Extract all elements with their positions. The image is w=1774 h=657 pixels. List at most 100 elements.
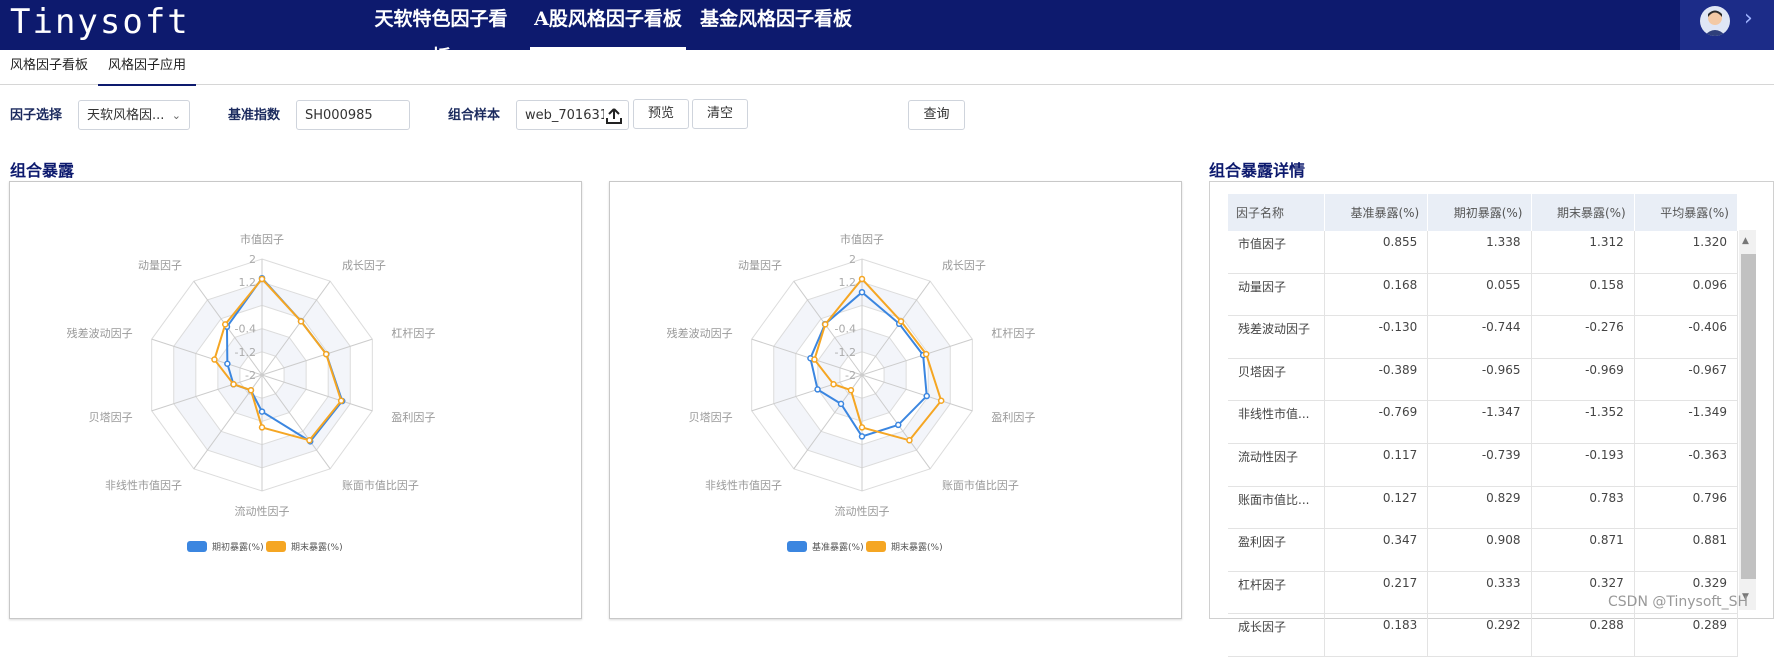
radar-data-point[interactable] [858, 424, 866, 431]
legend-swatch[interactable] [866, 541, 886, 552]
table-row[interactable]: 流动性因子 0.117 -0.739 -0.193 -0.363 [1228, 443, 1739, 487]
radar-data-point[interactable] [830, 380, 837, 388]
factor-name-cell: 成长因子 [1228, 613, 1325, 657]
radar-panel-portfolio: 市值因子 成长因子 杠杆因子 盈利因子 账面市值比因子 流动性因子 非线性市值因子 贝塔因子 残… [9, 181, 582, 619]
radar-data-point[interactable] [821, 321, 829, 328]
exposure-value-cell: -0.130 [1324, 315, 1429, 359]
radar-data-point[interactable] [306, 437, 313, 444]
preview-button[interactable]: 预览 [633, 99, 689, 129]
radar-data-point[interactable] [922, 350, 930, 358]
radar-tick-label: 1.2 [239, 276, 257, 289]
factor-select-dropdown[interactable]: 天软风格因... ⌄ [78, 100, 190, 130]
radar-data-point[interactable] [337, 397, 345, 404]
table-row[interactable]: 盈利因子 0.347 0.908 0.871 0.881 [1228, 528, 1739, 572]
exposure-value-cell: 1.338 [1427, 231, 1532, 274]
table-row[interactable]: 市值因子 0.855 1.338 1.312 1.320 [1228, 231, 1739, 274]
exposure-value-cell: 0.292 [1427, 613, 1532, 657]
radar-data-point[interactable] [247, 386, 255, 394]
tab-style-factor-board[interactable]: 风格因子看板 [10, 50, 88, 84]
radar-data-point[interactable] [322, 350, 330, 358]
table-row[interactable]: 动量因子 0.168 0.055 0.158 0.096 [1228, 273, 1739, 317]
column-header[interactable]: 因子名称 [1228, 194, 1325, 231]
radar-data-point[interactable] [258, 424, 266, 431]
radar-data-point[interactable] [211, 356, 218, 363]
radar-tick-label: 2 [249, 253, 256, 266]
sub-tab-bar: 风格因子看板 风格因子应用 [0, 50, 1774, 86]
radar-indicator-label: 动量因子 [738, 259, 782, 272]
scroll-up-icon[interactable]: ▲ [1742, 236, 1749, 246]
table-row[interactable]: 贝塔因子 -0.389 -0.965 -0.969 -0.967 [1228, 358, 1739, 402]
upload-icon[interactable] [604, 106, 626, 126]
radar-data-point[interactable] [897, 318, 905, 325]
radar-data-point[interactable] [895, 421, 902, 429]
radar-data-point[interactable] [847, 386, 855, 394]
tab-style-factor-application[interactable]: 风格因子应用 [98, 50, 197, 86]
exposure-value-cell: 0.217 [1324, 571, 1429, 615]
factor-select-label: 因子选择 [10, 108, 63, 123]
radar-data-point[interactable] [230, 380, 237, 388]
radar-data-point[interactable] [814, 386, 821, 393]
radar-indicator-label: 盈利因子 [991, 411, 1035, 424]
legend-swatch[interactable] [787, 541, 807, 552]
factor-name-cell: 市值因子 [1228, 231, 1325, 274]
factor-name-cell: 残差波动因子 [1228, 315, 1325, 359]
exposure-value-cell: -1.352 [1531, 400, 1635, 444]
radar-data-point[interactable] [258, 408, 266, 415]
query-button[interactable]: 查询 [908, 100, 965, 130]
avatar[interactable] [1700, 6, 1730, 36]
clear-button[interactable]: 清空 [692, 99, 748, 129]
legend-label[interactable]: 基准暴露(%) [812, 541, 864, 553]
exposure-value-cell: 0.055 [1427, 273, 1532, 317]
watermark: CSDN @Tinysoft_SH [1608, 594, 1748, 610]
column-header[interactable]: 基准暴露(%) [1324, 194, 1429, 231]
table-scrollbar[interactable]: ▲ ▼ [1739, 230, 1756, 610]
exposure-section-title: 组合暴露 [10, 161, 75, 180]
exposure-value-cell: 0.183 [1324, 613, 1429, 657]
radar-data-point[interactable] [858, 433, 866, 440]
benchmark-label: 基准指数 [228, 108, 281, 123]
radar-indicator-label: 动量因子 [138, 259, 182, 272]
legend-label[interactable]: 期初暴露(%) [212, 541, 264, 553]
radar-indicator-label: 流动性因子 [835, 504, 890, 518]
radar-data-point[interactable] [923, 392, 930, 400]
exposure-detail-table: 因子名称 基准暴露(%) 期初暴露(%) 期末暴露(%) 平均暴露(%) 市值因… [1228, 194, 1739, 657]
legend-label[interactable]: 期末暴露(%) [891, 541, 943, 553]
portfolio-value: web_701631: [525, 108, 613, 123]
column-header[interactable]: 平均暴露(%) [1634, 194, 1739, 231]
radar-data-point[interactable] [297, 318, 305, 325]
radar-data-point[interactable] [858, 288, 866, 296]
radar-data-point[interactable] [906, 437, 913, 444]
radar-indicator-label: 市值因子 [240, 232, 284, 246]
column-header[interactable]: 期末暴露(%) [1531, 194, 1635, 231]
chevron-right-icon[interactable]: › [1744, 4, 1753, 34]
radar-data-point[interactable] [937, 397, 945, 404]
table-row[interactable]: 账面市值比... 0.127 0.829 0.783 0.796 [1228, 486, 1739, 530]
radar-indicator-label: 残差波动因子 [67, 326, 133, 340]
radar-tick-label: -1.2 [835, 346, 856, 359]
exposure-value-cell: 0.796 [1634, 486, 1739, 530]
nav-tab-a-share-style[interactable]: A股风格因子看板 [530, 0, 686, 50]
exposure-value-cell: 0.168 [1324, 273, 1429, 317]
column-header[interactable]: 期初暴露(%) [1427, 194, 1532, 231]
legend-swatch[interactable] [266, 541, 286, 552]
factor-name-cell: 非线性市值... [1228, 400, 1325, 444]
scrollbar-thumb[interactable] [1741, 254, 1756, 579]
legend-label[interactable]: 期末暴露(%) [291, 541, 343, 553]
radar-data-point[interactable] [837, 400, 845, 408]
table-row[interactable]: 成长因子 0.183 0.292 0.288 0.289 [1228, 613, 1739, 657]
portfolio-upload-field[interactable]: web_701631: [516, 100, 629, 130]
radar-data-point[interactable] [221, 321, 229, 328]
benchmark-input[interactable]: SH000985 [296, 100, 410, 130]
exposure-value-cell: 0.855 [1324, 231, 1429, 274]
radar-data-point[interactable] [258, 275, 266, 283]
table-row[interactable]: 非线性市值... -0.769 -1.347 -1.352 -1.349 [1228, 400, 1739, 444]
nav-tab-tinysoft-factors[interactable]: 天软特色因子看板 [366, 0, 516, 68]
user-menu[interactable]: › [1680, 0, 1774, 50]
table-row[interactable]: 残差波动因子 -0.130 -0.744 -0.276 -0.406 [1228, 315, 1739, 359]
radar-data-point[interactable] [224, 360, 231, 367]
exposure-value-cell: -0.276 [1531, 315, 1635, 359]
nav-tab-fund-style[interactable]: 基金风格因子看板 [695, 0, 857, 50]
radar-data-point[interactable] [811, 356, 818, 363]
radar-data-point[interactable] [858, 275, 866, 283]
legend-swatch[interactable] [187, 541, 207, 552]
